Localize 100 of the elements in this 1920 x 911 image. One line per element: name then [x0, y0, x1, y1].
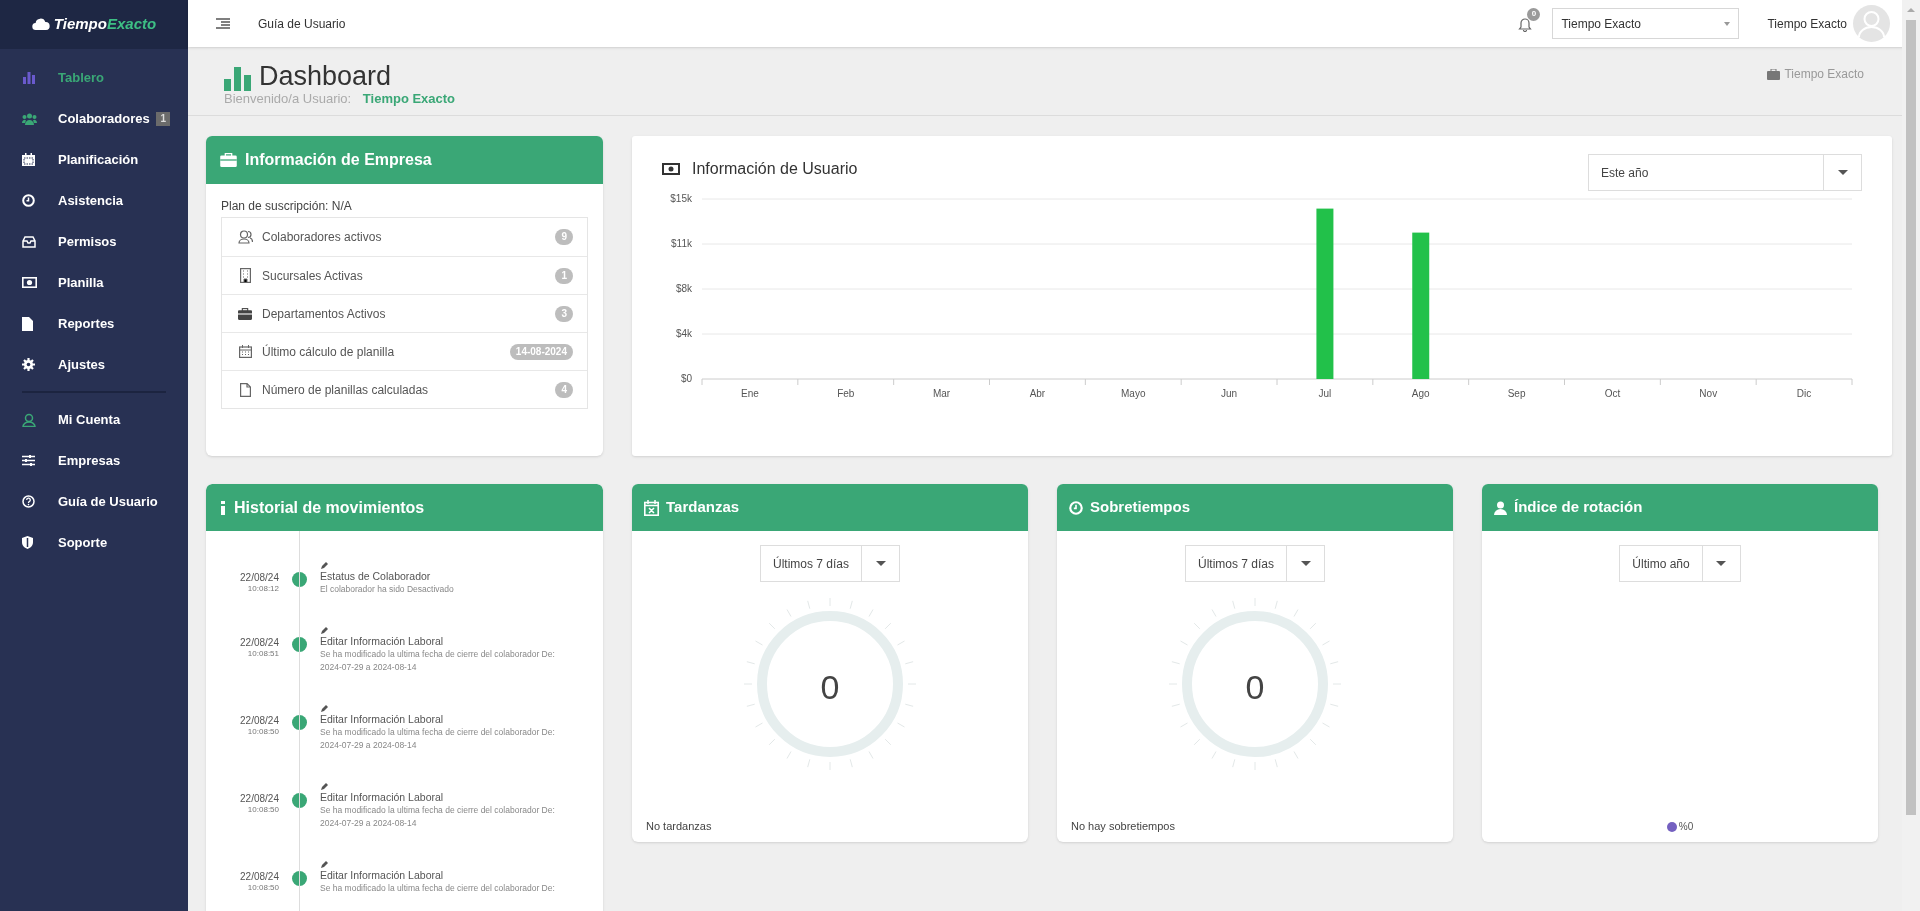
caret-icon — [1300, 561, 1311, 566]
info-label: Sucursales Activas — [262, 267, 363, 285]
sidebar-item[interactable]: Mi Cuenta — [0, 399, 188, 440]
info-icon — [220, 500, 226, 515]
company-select[interactable]: Tiempo Exacto — [1552, 8, 1740, 39]
menu-icon[interactable] — [216, 18, 230, 29]
count-badge: 1 — [156, 111, 170, 126]
sidebar-item[interactable]: Planilla — [0, 262, 188, 303]
sidebar-item[interactable]: Reportes — [0, 303, 188, 344]
count-badge: 1 — [555, 267, 573, 284]
sidebar-item[interactable]: Guía de Usuario — [0, 481, 188, 522]
sidebar-item[interactable]: Colaboradores 1 — [0, 98, 188, 139]
inbox-icon — [22, 235, 36, 248]
gauge-value: 0 — [819, 667, 841, 706]
caret-icon — [1724, 21, 1731, 26]
period-select[interactable]: Último año — [1619, 545, 1741, 582]
shield-icon — [22, 536, 33, 549]
page-title: Dashboard — [259, 61, 392, 91]
users-icon — [237, 230, 253, 244]
count-badge: 9 — [555, 229, 573, 245]
card-title: Información de Usuario — [692, 159, 858, 179]
entry-date: 22/08/24 — [239, 870, 279, 883]
sidebar-item[interactable]: Soporte — [0, 522, 188, 563]
caret-icon — [875, 561, 886, 566]
money-icon — [662, 163, 680, 175]
period-select[interactable]: Este año — [1588, 154, 1862, 191]
user-name[interactable]: Tiempo Exacto — [1767, 14, 1847, 33]
count-badge: 4 — [555, 381, 573, 398]
axis-label: Sep — [1507, 388, 1526, 399]
calendar-icon — [238, 345, 252, 358]
info-label: Departamentos Activos — [262, 305, 386, 323]
sidebar-item[interactable]: Permisos — [0, 221, 188, 262]
briefcase-icon — [220, 153, 237, 167]
entry-date: 22/08/24 — [239, 571, 279, 584]
notification-badge: 0 — [1527, 7, 1541, 21]
entry-title: Estatus de Colaborador — [320, 570, 432, 583]
sidebar-item[interactable]: Tablero — [0, 57, 188, 98]
pencil-icon — [320, 704, 329, 713]
period-select[interactable]: Últimos 7 días — [760, 545, 900, 582]
bar-chart-icon — [22, 71, 36, 84]
axis-label: Mar — [932, 388, 951, 399]
entry-detail: Se ha modificado la ultima fecha de cierre del colaborador De: 2024-07-29 a 2024-08-14 — [320, 726, 556, 752]
card-title: Sobretiempos — [1090, 497, 1191, 518]
sidebar-item[interactable]: Planificación — [0, 139, 188, 180]
info-label: Colaboradores activos — [262, 229, 382, 246]
entry-detail: El colaborador ha sido Desactivado — [320, 583, 455, 596]
axis-label: Dic — [1796, 388, 1812, 399]
entry-time: 10:08:50 — [246, 883, 279, 893]
caret-icon — [1837, 170, 1848, 175]
pencil-icon — [320, 782, 329, 791]
document-icon — [239, 382, 251, 397]
settings-icon — [22, 358, 35, 371]
count-badge: 3 — [555, 305, 573, 322]
gauge-footer: No tardanzas — [646, 817, 1028, 834]
axis-label: $4k — [675, 328, 692, 339]
sidebar-item[interactable]: Ajustes — [0, 344, 188, 385]
axis-label: $8k — [675, 283, 692, 294]
card-title: Índice de rotación — [1514, 497, 1643, 518]
gauge-value: 0 — [1244, 667, 1266, 706]
users-icon — [22, 112, 37, 125]
axis-label: $0 — [680, 373, 692, 384]
entry-title: Editar Información Laboral — [320, 713, 445, 726]
user-guide-link[interactable]: Guía de Usuario — [258, 14, 346, 33]
entry-date: 22/08/24 — [239, 714, 279, 727]
user-name: Tiempo Exacto — [362, 91, 456, 106]
bell-icon[interactable] — [1518, 15, 1533, 32]
caret-icon — [1716, 561, 1727, 566]
axis-label: Ago — [1411, 388, 1430, 399]
welcome-text: Bienvenido/a Usuario: — [224, 91, 352, 106]
entry-date: 22/08/24 — [239, 636, 279, 649]
briefcase-icon — [1767, 68, 1781, 80]
bar-chart-icon — [224, 67, 251, 91]
entry-time: 10:08:12 — [246, 584, 279, 594]
axis-label: Jul — [1318, 388, 1332, 399]
sliders-icon — [22, 455, 35, 466]
calendar-icon — [644, 499, 659, 516]
clock-icon — [1069, 500, 1083, 515]
sidebar-item[interactable]: Asistencia — [0, 180, 188, 221]
document-icon — [22, 316, 33, 331]
money-icon — [22, 277, 37, 288]
entry-time: 10:08:50 — [246, 727, 279, 737]
subscription-plan: Plan de suscripción: N/A — [221, 198, 353, 215]
card-title: Tardanzas — [666, 497, 740, 518]
entry-time: 10:08:50 — [246, 805, 279, 815]
user-icon — [22, 412, 36, 427]
help-icon — [22, 495, 35, 508]
entry-title: Editar Información Laboral — [320, 635, 445, 648]
gauge-footer: No hay sobretiempos — [1071, 817, 1453, 834]
period-select[interactable]: Últimos 7 días — [1185, 545, 1325, 582]
axis-label: Mayo — [1121, 388, 1146, 399]
sidebar-item[interactable]: Empresas — [0, 440, 188, 481]
info-label: Último cálculo de planilla — [262, 343, 395, 361]
calendar-icon — [22, 153, 35, 166]
count-badge: 14-08-2024 — [509, 343, 573, 360]
axis-label: Nov — [1699, 388, 1718, 399]
entry-detail: Se ha modificado la ultima fecha de cierre del colaborador De: — [320, 882, 556, 895]
axis-label: Ene — [741, 388, 759, 399]
axis-label: Oct — [1604, 388, 1621, 399]
axis-label: Abr — [1029, 388, 1046, 399]
entry-time: 10:08:51 — [246, 649, 279, 659]
